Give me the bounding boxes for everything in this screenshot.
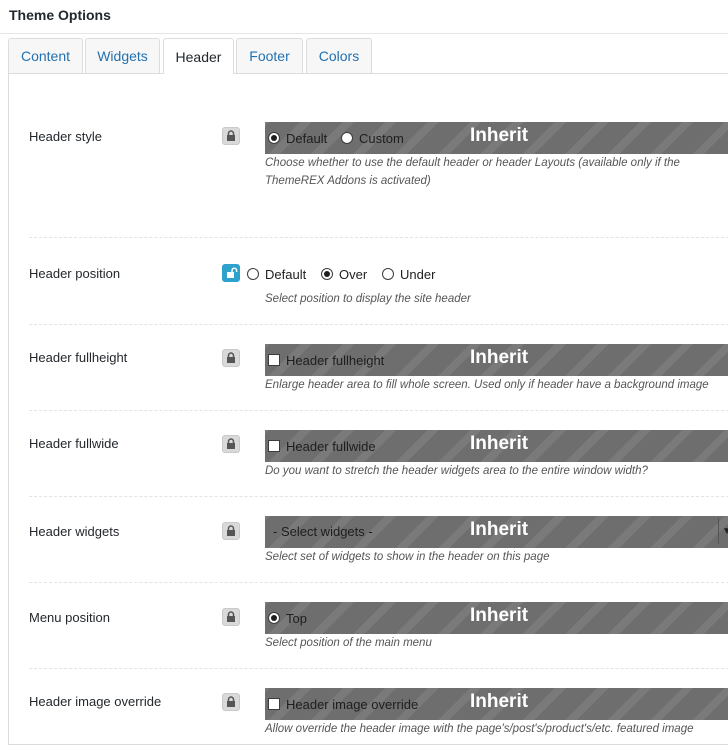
divider	[29, 324, 728, 325]
option-label: Menu position	[29, 610, 110, 625]
option-label: Header style	[29, 129, 102, 144]
divider	[29, 668, 728, 669]
divider	[29, 237, 728, 238]
inherit-label: Inherit	[470, 347, 529, 368]
lock-icon[interactable]	[222, 349, 240, 367]
inherit-overlay[interactable]: Header fullheight Inherit	[265, 344, 728, 376]
inherit-label: Inherit	[470, 433, 529, 454]
inherit-label: Inherit	[470, 125, 529, 146]
option-description: Select position of the main menu	[265, 637, 432, 649]
divider	[29, 410, 728, 411]
lock-icon[interactable]	[222, 435, 240, 453]
radio-over[interactable]	[321, 268, 333, 280]
lock-icon[interactable]	[222, 522, 240, 540]
panel-title: Theme Options	[9, 7, 111, 23]
option-header-widgets: Header widgets - Select widgets - Inheri…	[29, 516, 728, 576]
inherit-overlay[interactable]: Header image override Inherit	[265, 688, 728, 720]
option-label: Header fullheight	[29, 350, 128, 365]
inherit-overlay[interactable]: - Select widgets - Inherit ▼	[265, 516, 728, 548]
radio-label: Under	[400, 267, 436, 282]
tab-colors[interactable]: Colors	[306, 38, 372, 73]
option-description: Select position to display the site head…	[265, 293, 471, 305]
inherit-label: Inherit	[470, 605, 529, 626]
option-header-style: Header style Default Custom Inherit Choo…	[29, 122, 728, 212]
option-header-position: Header position Default Over Under Selec…	[29, 258, 728, 328]
tab-content[interactable]: Content	[8, 38, 83, 73]
inherit-overlay[interactable]: Default Custom Inherit	[265, 122, 728, 154]
option-menu-position: Menu position Top Inherit Select positio…	[29, 602, 728, 662]
inherit-overlay[interactable]: Top Inherit	[265, 602, 728, 634]
option-label: Header position	[29, 266, 121, 281]
radio-default[interactable]	[247, 268, 259, 280]
inherit-label: Inherit	[470, 519, 529, 540]
checkbox-label: Header image override	[286, 697, 419, 712]
inherit-label: Inherit	[470, 691, 529, 712]
unlock-icon[interactable]	[222, 264, 240, 282]
option-header-fullwide: Header fullwide Header fullwide Inherit …	[29, 430, 728, 490]
radio-top[interactable]	[268, 612, 280, 624]
divider	[29, 582, 728, 583]
radio-label: Default	[286, 131, 328, 146]
radio-label: Top	[286, 611, 307, 626]
lock-icon[interactable]	[222, 693, 240, 711]
option-description: Select set of widgets to show in the hea…	[265, 551, 550, 563]
checkbox-header-fullheight[interactable]	[268, 354, 280, 366]
option-description: Choose whether to use the default header…	[265, 157, 680, 187]
option-label: Header widgets	[29, 524, 120, 539]
radio-label: Custom	[359, 131, 404, 146]
widgets-select[interactable]: - Select widgets -	[273, 524, 373, 539]
option-header-fullheight: Header fullheight Header fullheight Inhe…	[29, 344, 728, 404]
checkbox-header-image-override[interactable]	[268, 698, 280, 710]
chevron-down-icon[interactable]: ▼	[718, 518, 728, 544]
inherit-overlay[interactable]: Header fullwide Inherit	[265, 430, 728, 462]
radio-label: Over	[339, 267, 368, 282]
options-container: Content Widgets Header Footer Colors Hea…	[0, 34, 728, 753]
radio-under[interactable]	[382, 268, 394, 280]
checkbox-label: Header fullwide	[286, 439, 376, 454]
tab-header[interactable]: Header	[163, 38, 234, 74]
tab-widgets[interactable]: Widgets	[85, 38, 160, 73]
panel-header: Theme Options	[0, 0, 728, 34]
option-label: Header image override	[29, 694, 162, 709]
tab-panel-header: Header style Default Custom Inherit Choo…	[8, 73, 728, 745]
checkbox-header-fullwide[interactable]	[268, 440, 280, 452]
option-description: Do you want to stretch the header widget…	[265, 465, 648, 477]
lock-icon[interactable]	[222, 608, 240, 626]
option-description: Enlarge header area to fill whole screen…	[265, 379, 709, 391]
radio-label: Default	[265, 267, 307, 282]
checkbox-label: Header fullheight	[286, 353, 385, 368]
tab-footer[interactable]: Footer	[236, 38, 303, 73]
radio-custom[interactable]	[341, 132, 353, 144]
radio-default[interactable]	[268, 132, 280, 144]
divider	[29, 496, 728, 497]
option-label: Header fullwide	[29, 436, 119, 451]
lock-icon[interactable]	[222, 127, 240, 145]
option-header-image-override: Header image override Header image overr…	[29, 688, 728, 744]
option-description: Allow override the header image with the…	[265, 723, 694, 735]
